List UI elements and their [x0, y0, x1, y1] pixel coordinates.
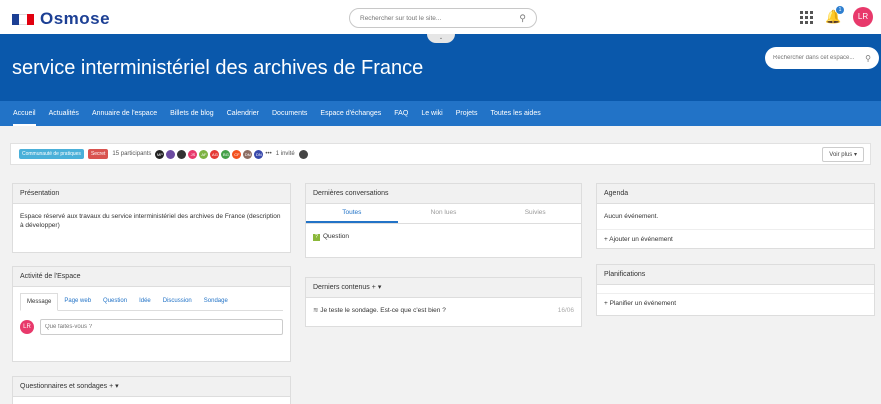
more-dots: ••• — [265, 151, 272, 157]
add-icon[interactable]: + — [372, 284, 376, 291]
participant-avatar[interactable]: AF — [199, 149, 209, 159]
chevron-down-icon[interactable]: ▾ — [378, 284, 382, 291]
nav-projets[interactable]: Projets — [456, 101, 478, 126]
site-search[interactable]: ⚲ — [349, 8, 537, 28]
content-item[interactable]: ≋ Je teste le sondage. Est-ce que c'est … — [306, 298, 581, 323]
invited-count[interactable]: 1 invité — [276, 151, 295, 157]
bell-icon[interactable]: 🔔 1 — [825, 6, 844, 25]
activity-card: Activité de l'Espace Message Page web Qu… — [12, 266, 291, 362]
polls-card: Questionnaires et sondages + ▾ — [12, 376, 291, 404]
agenda-empty: Aucun événement. — [604, 213, 659, 220]
nav-echanges[interactable]: Espace d'échanges — [320, 101, 381, 126]
tab-suivies[interactable]: Suivies — [489, 204, 581, 223]
invited-avatar[interactable] — [298, 149, 308, 159]
conversation-item[interactable]: ? Question — [306, 224, 581, 249]
voir-plus-button[interactable]: Voir plus ▾ — [822, 147, 864, 162]
composer-avatar: LR — [20, 320, 34, 334]
polls-title: Questionnaires et sondages — [20, 383, 108, 390]
nav-calendrier[interactable]: Calendrier — [227, 101, 259, 126]
presentation-card: Présentation Espace réservé aux travaux … — [12, 183, 291, 253]
contents-title: Derniers contenus — [313, 284, 370, 291]
conversations-card: Dernières conversations Toutes Non lues … — [305, 183, 582, 258]
chevron-down-icon[interactable]: ▾ — [115, 383, 119, 390]
nav-aides[interactable]: Toutes les aides — [491, 101, 541, 126]
space-nav: Accueil Actualités Annuaire de l'espace … — [0, 101, 881, 126]
activity-tabs: Message Page web Question Idée Discussio… — [20, 293, 283, 311]
participant-avatar[interactable]: MP — [155, 149, 165, 159]
notification-badge: 1 — [836, 6, 844, 14]
participant-avatar[interactable] — [166, 149, 176, 159]
search-icon[interactable]: ⚲ — [865, 54, 871, 63]
top-icons: 🔔 1 LR — [800, 6, 873, 27]
participant-avatar[interactable]: AG — [210, 149, 220, 159]
community-tag: Communauté de pratiques — [19, 149, 84, 159]
participant-avatar[interactable]: DM — [243, 149, 253, 159]
space-search[interactable]: ⚲ — [765, 47, 879, 69]
status-input[interactable] — [40, 319, 283, 335]
contents-header: Derniers contenus + ▾ — [306, 278, 581, 298]
conversation-label[interactable]: Question — [323, 233, 349, 240]
nav-actualites[interactable]: Actualités — [49, 101, 79, 126]
message-composer: LR — [20, 319, 283, 335]
nav-wiki[interactable]: Le wiki — [421, 101, 442, 126]
planning-card: Planifications + Planifier un événement — [596, 264, 875, 316]
space-search-input[interactable] — [773, 55, 859, 61]
agenda-title: Agenda — [597, 184, 874, 204]
content-title[interactable]: Je teste le sondage. Est-ce que c'est bi… — [320, 307, 446, 314]
participant-avatar[interactable]: BG — [221, 149, 231, 159]
poll-icon: ≋ — [313, 307, 319, 314]
conversation-tabs: Toutes Non lues Suivies — [306, 204, 581, 224]
presentation-text: Espace réservé aux travaux du service in… — [20, 213, 281, 229]
search-icon[interactable]: ⚲ — [519, 13, 526, 24]
add-event-link[interactable]: + Ajouter un événement — [597, 229, 874, 249]
tab-question[interactable]: Question — [97, 293, 133, 310]
osmose-logo[interactable]: Osmose — [12, 9, 110, 29]
participant-avatar[interactable]: DN — [254, 149, 264, 159]
participant-avatar[interactable] — [177, 149, 187, 159]
contents-card: Derniers contenus + ▾ ≋ Je teste le sond… — [305, 277, 582, 327]
user-avatar[interactable]: LR — [853, 7, 873, 27]
plan-event-link[interactable]: + Planifier un événement — [597, 293, 874, 313]
conversations-title: Dernières conversations — [306, 184, 581, 204]
nav-documents[interactable]: Documents — [272, 101, 307, 126]
planning-title: Planifications — [597, 265, 874, 285]
tab-discussion[interactable]: Discussion — [157, 293, 198, 310]
question-icon: ? — [313, 234, 320, 241]
participant-avatar[interactable]: CF — [232, 149, 242, 159]
tab-sondage[interactable]: Sondage — [198, 293, 234, 310]
agenda-card: Agenda Aucun événement. + Ajouter un évé… — [596, 183, 875, 249]
activity-title: Activité de l'Espace — [13, 267, 290, 287]
apps-grid-icon[interactable] — [800, 10, 813, 24]
tab-page-web[interactable]: Page web — [58, 293, 97, 310]
nav-billets[interactable]: Billets de blog — [170, 101, 214, 126]
participants-count[interactable]: 15 participants — [112, 151, 151, 157]
polls-header: Questionnaires et sondages + ▾ — [13, 377, 290, 397]
nav-faq[interactable]: FAQ — [394, 101, 408, 126]
site-search-input[interactable] — [360, 14, 500, 22]
tab-non-lues[interactable]: Non lues — [398, 204, 490, 223]
nav-accueil[interactable]: Accueil — [13, 101, 36, 126]
flag-icon — [12, 13, 34, 25]
presentation-title: Présentation — [13, 184, 290, 204]
secret-tag: Secret — [87, 149, 109, 159]
nav-annuaire[interactable]: Annuaire de l'espace — [92, 101, 157, 126]
tab-message[interactable]: Message — [20, 293, 59, 311]
space-info-bar: Communauté de pratiques Secret 15 partic… — [10, 143, 871, 165]
content-date: 16/06 — [557, 307, 574, 314]
space-title: service interministériel des archives de… — [12, 57, 424, 79]
brand-name: Osmose — [40, 9, 111, 28]
tab-idee[interactable]: Idée — [133, 293, 157, 310]
add-icon[interactable]: + — [109, 383, 113, 390]
participant-avatar[interactable]: JS — [188, 149, 198, 159]
top-bar: Osmose ⚲ 🔔1 LR — [0, 0, 881, 34]
tab-toutes[interactable]: Toutes — [306, 204, 398, 223]
